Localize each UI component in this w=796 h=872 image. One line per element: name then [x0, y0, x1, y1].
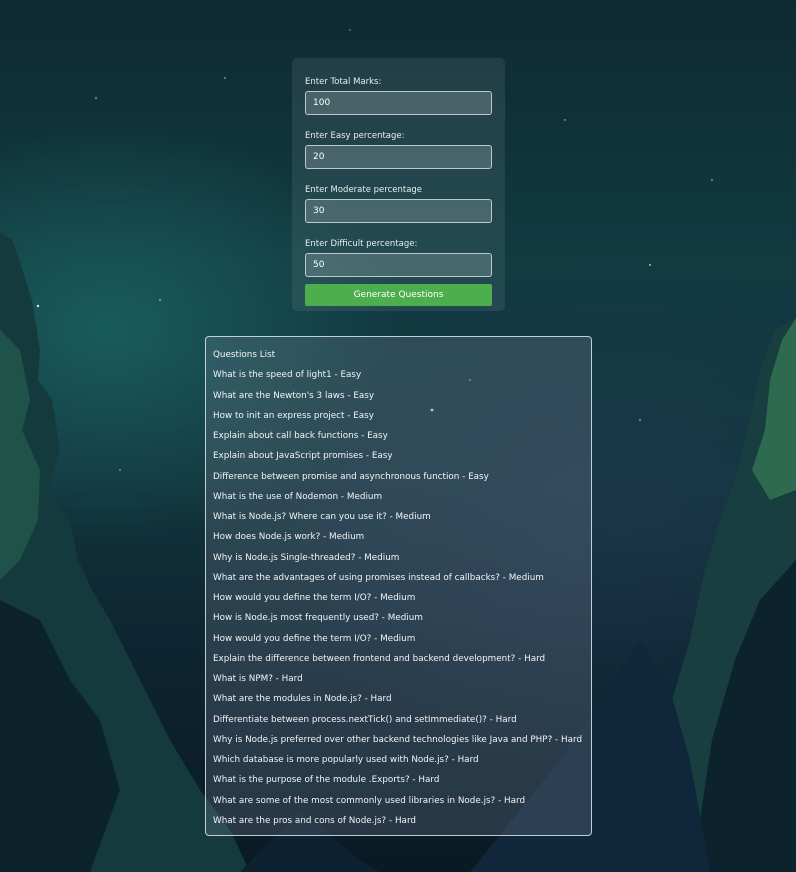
question-item: Which database is more popularly used wi…	[213, 755, 479, 765]
difficult-percentage-label: Enter Difficult percentage:	[305, 239, 418, 249]
questions-list: What is the speed of light1 - Easy What …	[213, 365, 591, 831]
generate-questions-button[interactable]: Generate Questions	[305, 284, 492, 306]
question-item: What is the use of Nodemon - Medium	[213, 491, 383, 502]
question-item: How is Node.js most frequently used? - M…	[213, 613, 423, 624]
moderate-percentage-label: Enter Moderate percentage	[305, 185, 423, 195]
difficult-percentage-input[interactable]	[305, 253, 492, 277]
question-item: Why is Node.js Single-threaded? - Medium	[213, 552, 400, 563]
questions-list-panel: Questions List What is the speed of ligh…	[205, 336, 592, 836]
question-item: What is Node.js? Where can you use it? -…	[213, 512, 431, 522]
question-item: What are some of the most commonly used …	[213, 795, 526, 806]
total-marks-label: Enter Total Marks:	[305, 77, 382, 87]
question-settings-form: Enter Total Marks: Enter Easy percentage…	[292, 58, 505, 311]
question-item: How would you define the term I/O? - Med…	[213, 593, 416, 603]
question-item: What is NPM? - Hard	[213, 674, 303, 684]
question-item: How does Node.js work? - Medium	[213, 532, 365, 543]
total-marks-input[interactable]	[305, 91, 492, 115]
easy-percentage-label: Enter Easy percentage:	[305, 131, 405, 141]
question-item: Differentiate between process.nextTick()…	[213, 714, 517, 725]
question-item: Explain the difference between frontend …	[213, 653, 546, 664]
question-item: What are the Newton's 3 laws - Easy	[213, 390, 375, 401]
question-item: Why is Node.js preferred over other back…	[213, 734, 583, 745]
question-item: What is the speed of light1 - Easy	[213, 370, 362, 381]
question-item: Explain about call back functions - Easy	[213, 431, 388, 441]
question-item: What are the modules in Node.js? - Hard	[213, 694, 392, 705]
question-item: How to init an express project - Easy	[213, 410, 374, 421]
question-item: What is the purpose of the module .Expor…	[213, 775, 440, 786]
question-item: How would you define the term I/O? - Med…	[213, 633, 416, 644]
questions-list-title: Questions List	[213, 350, 276, 360]
question-item: Explain about JavaScript promises - Easy	[213, 451, 393, 462]
moderate-percentage-input[interactable]	[305, 199, 492, 223]
question-item: What are the advantages of using promise…	[213, 572, 544, 583]
question-item: What are the pros and cons of Node.js? -…	[213, 815, 416, 826]
question-item: Difference between promise and asynchron…	[213, 471, 489, 482]
easy-percentage-input[interactable]	[305, 145, 492, 169]
